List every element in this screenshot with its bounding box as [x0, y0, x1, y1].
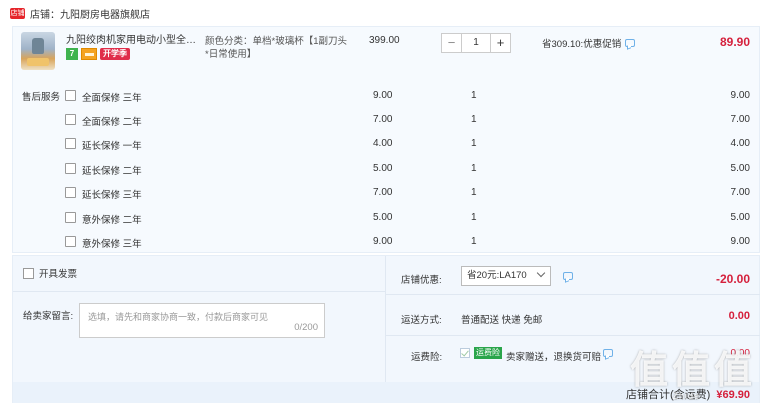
- service-qty: 1: [471, 236, 477, 247]
- product-row: 九阳绞肉机家用电动小型全自动... 7 开学季 颜色分类：单档*玻璃杯【1副刀头…: [13, 27, 759, 83]
- service-name: 延长保修 二年: [82, 166, 142, 177]
- coupon-select[interactable]: 省20元:LA170: [461, 266, 551, 286]
- service-price: 5.00: [373, 212, 393, 223]
- service-row: 意外保修 二年 5.00 1 5.00: [13, 207, 759, 231]
- insurance-checkbox[interactable]: [460, 348, 470, 358]
- invoice-option[interactable]: 开具发票: [23, 266, 77, 280]
- divider: [385, 335, 760, 336]
- service-price: 4.00: [373, 138, 393, 149]
- service-checkbox[interactable]: [65, 212, 76, 223]
- service-name: 意外保修 三年: [82, 239, 142, 250]
- order-options-panel: 开具发票 给卖家留言: 选填，请先和商家协商一致，付款后商家可见 0/200 店…: [12, 255, 760, 403]
- product-tags: 7 开学季: [66, 48, 130, 60]
- invoice-checkbox[interactable]: [23, 267, 34, 279]
- service-row: 全面保修 二年 7.00 1 7.00: [13, 109, 759, 133]
- service-row: 延长保修 三年 7.00 1 7.00: [13, 182, 759, 206]
- seven-day-return-icon: 7: [66, 48, 78, 60]
- coupon-selected-value: 省20元:LA170: [467, 270, 527, 281]
- product-title[interactable]: 九阳绞肉机家用电动小型全自动...: [66, 34, 201, 47]
- credit-card-icon: [81, 48, 97, 60]
- shipping-label: 运送方式:: [401, 315, 442, 326]
- message-placeholder: 选填，请先和商家协商一致，付款后商家可见: [88, 312, 269, 322]
- divider: [385, 294, 760, 295]
- item-total: 89.90: [719, 35, 750, 49]
- quantity-stepper: − 1 +: [441, 33, 511, 53]
- service-qty: 1: [471, 163, 477, 174]
- shop-summary-bar: 店铺合计(含运费) ¥69.90: [13, 382, 759, 403]
- shipping-amount: 0.00: [728, 310, 750, 322]
- service-price: 5.00: [373, 163, 393, 174]
- service-checkbox[interactable]: [65, 163, 76, 174]
- chat-bubble-icon[interactable]: [625, 39, 636, 47]
- service-total: 7.00: [730, 114, 750, 125]
- shop-header: 店铺 店铺：九阳厨房电器旗舰店: [10, 5, 150, 21]
- discount-text: 省309.10:优惠促销: [542, 39, 622, 50]
- service-total: 7.00: [730, 187, 750, 198]
- divider: [13, 291, 385, 292]
- service-checkbox[interactable]: [65, 114, 76, 125]
- service-row: 延长保修 一年 4.00 1 4.00: [13, 133, 759, 157]
- service-checkbox[interactable]: [65, 187, 76, 198]
- coupon-label: 店铺优惠:: [401, 275, 442, 286]
- service-qty: 1: [471, 138, 477, 149]
- service-row: 意外保修 三年 9.00 1 9.00: [13, 231, 759, 255]
- watermark-subtext: Zhide: [672, 391, 700, 401]
- service-row: 延长保修 二年 5.00 1 5.00: [13, 158, 759, 182]
- insurance-label: 运费险:: [411, 352, 443, 363]
- insurance-amount: 0.00: [730, 348, 750, 359]
- service-price: 9.00: [373, 90, 393, 101]
- qty-minus-button[interactable]: −: [441, 33, 462, 53]
- service-name: 全面保修 二年: [82, 117, 142, 128]
- service-name: 全面保修 三年: [82, 93, 142, 104]
- chat-bubble-icon[interactable]: [563, 272, 573, 280]
- service-checkbox[interactable]: [65, 236, 76, 247]
- service-total: 5.00: [730, 212, 750, 223]
- message-char-count: 0/200: [294, 322, 318, 333]
- service-qty: 1: [471, 114, 477, 125]
- product-thumbnail[interactable]: [21, 32, 55, 70]
- service-total: 9.00: [730, 90, 750, 101]
- qty-plus-button[interactable]: +: [490, 33, 511, 53]
- service-qty: 1: [471, 212, 477, 223]
- sku-info: 颜色分类：单档*玻璃杯【1副刀头*日常使用】: [205, 36, 347, 60]
- seller-message-input[interactable]: 选填，请先和商家协商一致，付款后商家可见 0/200: [79, 303, 325, 338]
- qty-input[interactable]: 1: [462, 33, 490, 53]
- service-total: 9.00: [730, 236, 750, 247]
- insurance-badge: 运费险: [474, 347, 502, 359]
- shop-name[interactable]: 店铺：九阳厨房电器旗舰店: [30, 6, 150, 21]
- coupon-amount: -20.00: [715, 272, 750, 286]
- unit-price: 399.00: [369, 35, 400, 46]
- shipping-method: 普通配送 快递 免邮: [461, 315, 543, 326]
- service-price: 7.00: [373, 187, 393, 198]
- service-total: 4.00: [730, 138, 750, 149]
- invoice-label: 开具发票: [39, 269, 78, 280]
- service-checkbox[interactable]: [65, 90, 76, 101]
- service-row: 全面保修 三年 9.00 1 9.00: [13, 85, 759, 109]
- service-name: 意外保修 二年: [82, 215, 142, 226]
- service-price: 9.00: [373, 236, 393, 247]
- service-name: 延长保修 三年: [82, 190, 142, 201]
- service-name: 延长保修 一年: [82, 141, 142, 152]
- service-qty: 1: [471, 187, 477, 198]
- chevron-down-icon: [536, 268, 546, 278]
- service-checkbox[interactable]: [65, 138, 76, 149]
- message-label: 给卖家留言:: [23, 311, 74, 322]
- service-qty: 1: [471, 90, 477, 101]
- summary-value: ¥69.90: [716, 389, 750, 401]
- insurance-text: 卖家赠送，退换货可赔: [506, 352, 602, 363]
- order-item-panel: 九阳绞肉机家用电动小型全自动... 7 开学季 颜色分类：单档*玻璃杯【1副刀头…: [12, 26, 760, 253]
- service-total: 5.00: [730, 163, 750, 174]
- shop-badge-icon: 店铺: [10, 7, 25, 19]
- service-price: 7.00: [373, 114, 393, 125]
- promo-tag: 开学季: [100, 48, 130, 60]
- discount-info: 省309.10:优惠促销: [542, 36, 636, 50]
- chat-bubble-icon[interactable]: [603, 349, 613, 357]
- divider: [385, 256, 386, 382]
